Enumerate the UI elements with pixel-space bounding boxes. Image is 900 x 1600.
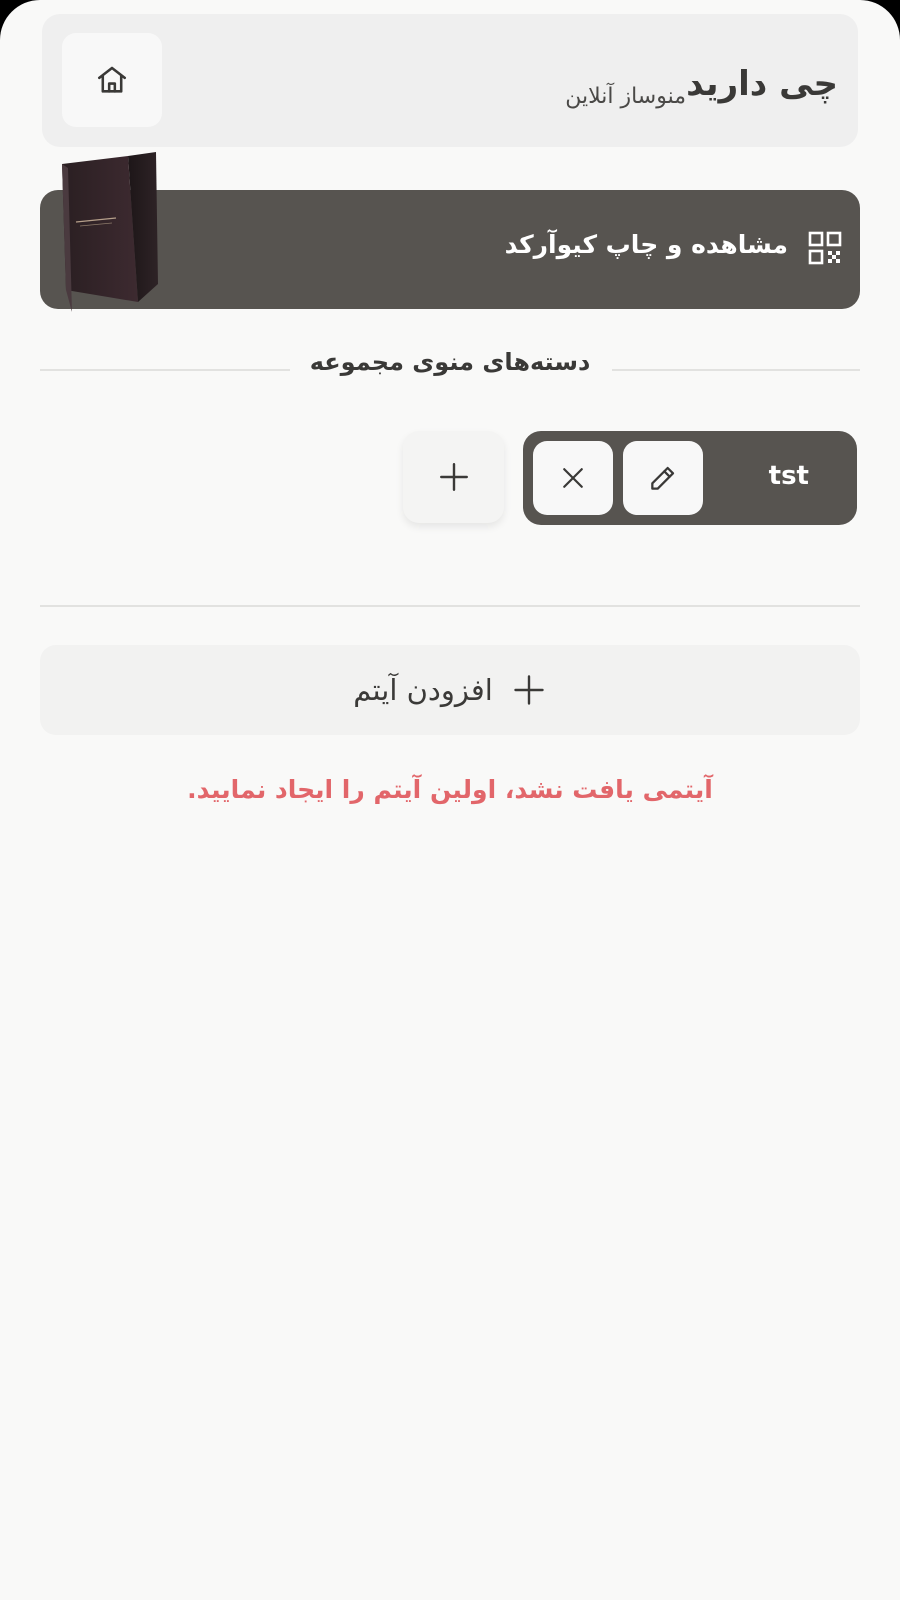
qr-banner-label: مشاهده و چاپ کیوآرکد: [504, 230, 788, 259]
add-item-label: افزودن آیتم: [353, 673, 493, 707]
brand-title: چی دارید: [686, 64, 838, 104]
add-category-button[interactable]: [403, 431, 504, 523]
section-divider: [40, 605, 860, 607]
menu-book-illustration: [62, 152, 158, 312]
plus-icon: [514, 675, 544, 705]
app-screen: چی دارید منوساز آنلاین مشاهده و چاپ کیوآ…: [0, 0, 900, 1600]
brand-subtitle: منوساز آنلاین: [565, 84, 686, 109]
empty-items-message: آیتمی یافت نشد، اولین آیتم را ایجاد نمای…: [187, 775, 713, 804]
qr-code-icon: [808, 231, 842, 265]
delete-category-button[interactable]: [533, 441, 613, 515]
qr-code-banner[interactable]: مشاهده و چاپ کیوآرکد: [40, 190, 860, 309]
add-item-button[interactable]: افزودن آیتم: [40, 645, 860, 735]
home-icon: [97, 66, 127, 93]
plus-icon: [439, 463, 468, 491]
pencil-icon: [651, 466, 675, 490]
section-divider-right: [612, 369, 860, 371]
header-card: چی دارید منوساز آنلاین: [42, 14, 858, 147]
edit-category-button[interactable]: [623, 441, 703, 515]
close-icon: [563, 468, 583, 488]
categories-section-title: دسته‌های منوی مجموعه: [309, 348, 591, 376]
home-button[interactable]: [62, 33, 162, 127]
category-label: tst: [768, 461, 809, 491]
section-divider-left: [40, 369, 290, 371]
category-chip[interactable]: tst: [523, 431, 857, 525]
